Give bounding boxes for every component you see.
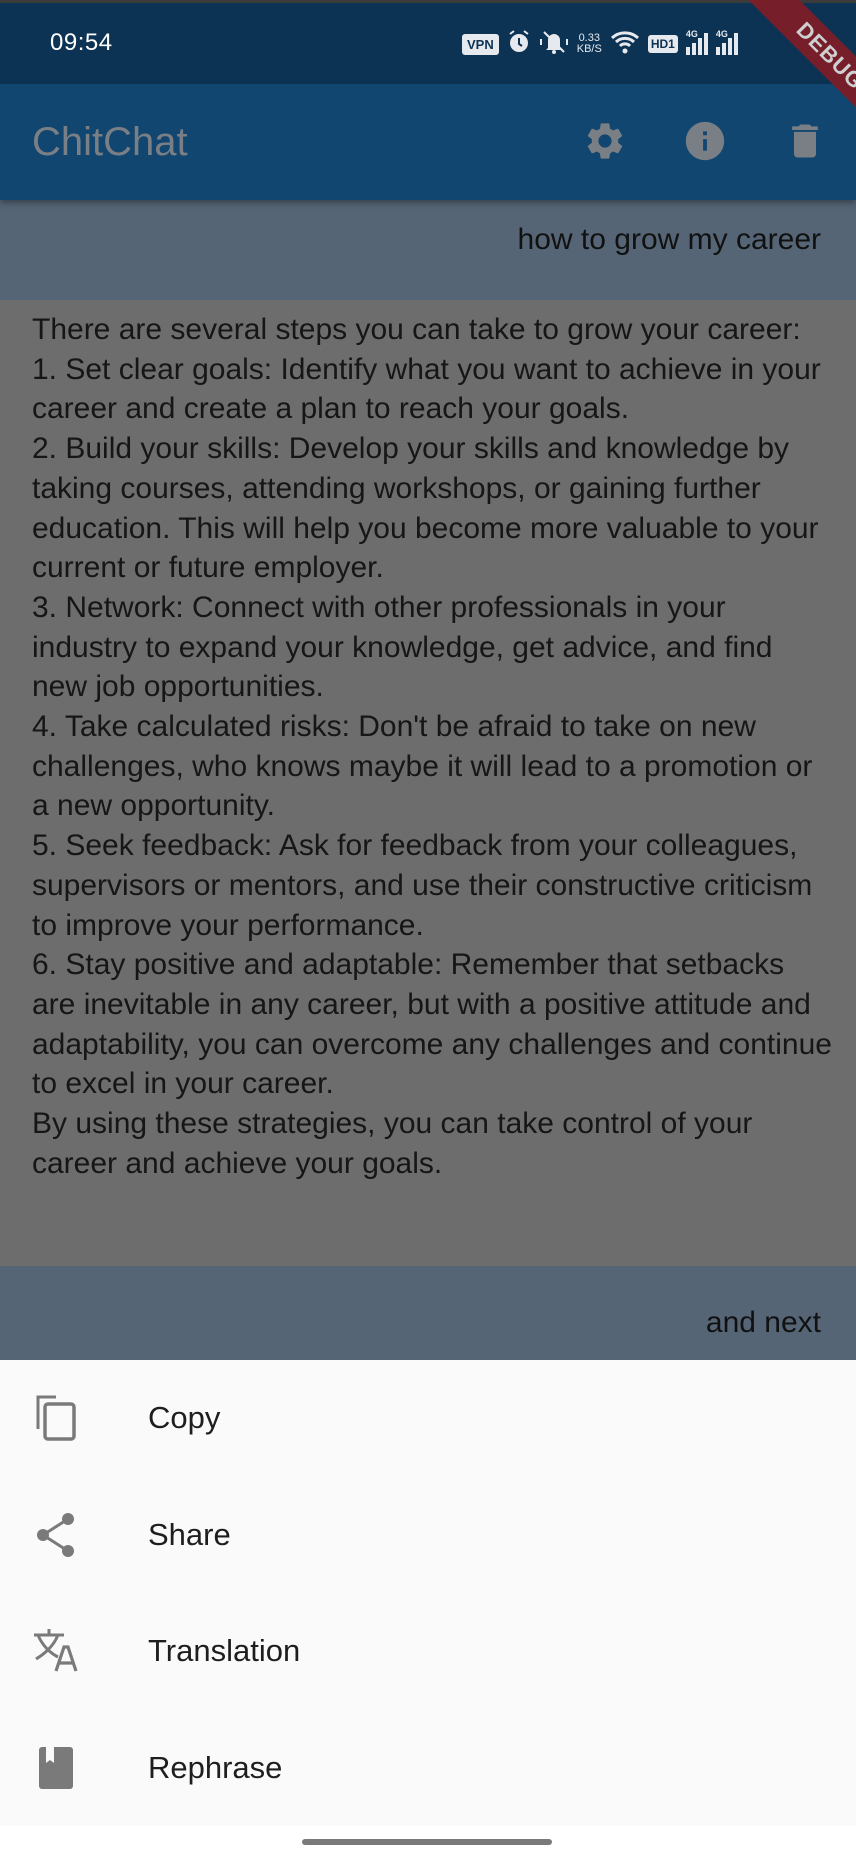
sim2-label: 4G [715,29,728,39]
status-icons: VPN 0.33 KB/S HD1 4G 4G [462,29,738,59]
translation-action[interactable]: Translation [0,1593,856,1710]
alarm-icon [507,29,531,60]
gear-icon [587,123,623,159]
vpn-icon: VPN [462,33,499,55]
wifi-icon [610,29,640,60]
translate-icon [32,1627,80,1675]
trash-icon [792,124,818,158]
copy-icon [32,1394,80,1442]
rephrase-label: Rephrase [148,1749,283,1785]
user-message[interactable]: how to grow my career [0,200,856,300]
app-bar: ChitChat [0,84,856,200]
user-message-text: how to grow my career [517,223,821,256]
copy-action[interactable]: Copy [0,1360,856,1477]
delete-button[interactable] [782,118,828,164]
copy-label: Copy [148,1400,221,1436]
share-label: Share [148,1516,231,1552]
settings-button[interactable] [582,118,628,164]
user-message[interactable]: and next [0,1266,856,1360]
info-button[interactable] [682,118,728,164]
assistant-message[interactable]: There are several steps you can take to … [0,300,856,1266]
network-rate: 0.33 KB/S [577,33,602,55]
user-message-text: and next [705,1306,821,1339]
translation-label: Translation [148,1633,301,1669]
net-rate-unit: KB/S [576,43,602,55]
status-bar: 09:54 VPN 0.33 KB/S HD1 4G 4G [0,0,856,84]
share-action[interactable]: Share [0,1477,856,1594]
status-time: 09:54 [50,29,113,56]
rephrase-action[interactable]: Rephrase [0,1710,856,1827]
app-title: ChitChat [32,120,188,164]
hd-volte-icon: HD1 [647,35,678,53]
message-actions-sheet: Copy Share Translation Rephrase [0,1360,856,1826]
signal-4g-icon: 4G [715,29,738,55]
share-icon [32,1511,80,1559]
vibrate-mute-icon [539,29,569,60]
chat-list[interactable]: how to grow my career There are several … [0,200,856,1360]
info-icon [685,121,725,161]
home-indicator[interactable] [302,1839,552,1845]
signal-4g-icon: 4G [685,29,708,55]
book-icon [32,1744,80,1792]
sim1-label: 4G [685,29,698,39]
